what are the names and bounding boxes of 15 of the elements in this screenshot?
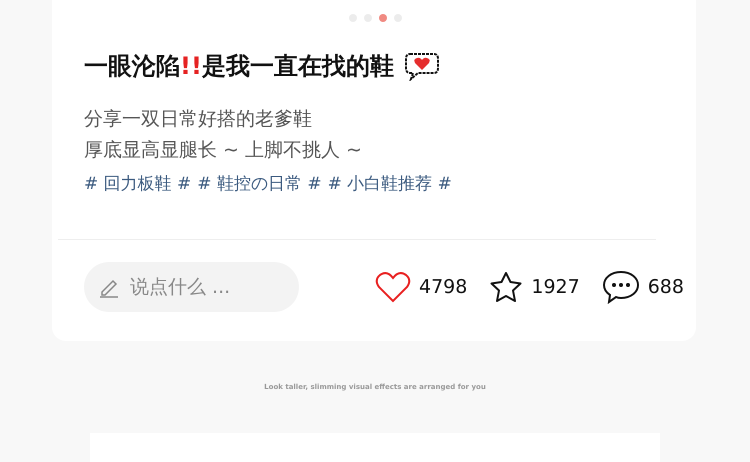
heart-icon[interactable] [375, 271, 411, 303]
stat-count: 1927 [531, 276, 580, 298]
description-line: 厚底显高显腿长 ~ 上脚不挑人 ~ [84, 138, 363, 163]
description-line: 分享一双日常好搭的老爹鞋 [84, 107, 313, 132]
stat-count: 688 [648, 276, 684, 298]
star-icon[interactable] [489, 271, 524, 303]
hashtag-link[interactable]: # 回力板鞋 # [84, 172, 192, 195]
carousel-dot[interactable] [378, 14, 386, 22]
heart-bubble-icon [404, 51, 440, 81]
comment-field[interactable]: 说点什么 ... [84, 262, 299, 312]
hashtag-link[interactable]: # 鞋控の日常 # [197, 172, 322, 195]
stat-count: 4798 [419, 276, 468, 298]
comment-icon[interactable] [602, 270, 640, 304]
hashtag-link[interactable]: # 小白鞋推荐 # [328, 172, 452, 195]
post-title: 一眼沦陷!!是我一直在找的鞋 [84, 51, 394, 82]
